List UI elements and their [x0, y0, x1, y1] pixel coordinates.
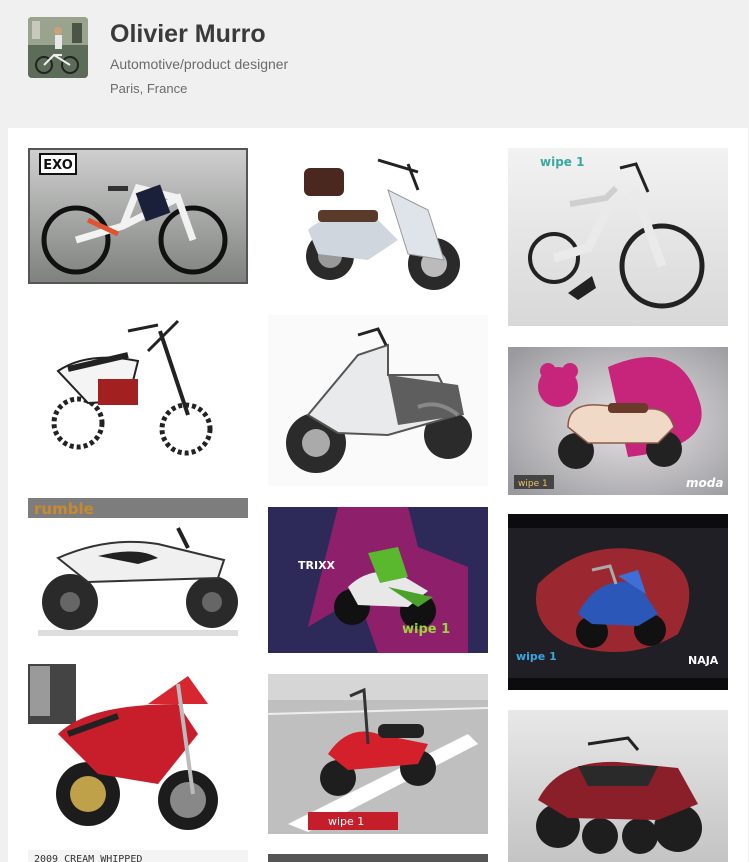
- svg-text:wipe 1: wipe 1: [518, 479, 548, 489]
- project-thumbnail[interactable]: [268, 854, 488, 862]
- project-thumbnail[interactable]: wipe 1: [508, 148, 728, 326]
- project-thumbnail[interactable]: wipe 1 moda: [508, 347, 728, 495]
- project-thumbnail[interactable]: [28, 664, 248, 834]
- project-image: TRIXX wipe 1: [268, 507, 488, 653]
- project-thumbnail[interactable]: TRIXX wipe 1: [268, 507, 488, 653]
- project-image: wipe 1 NAJA: [508, 514, 728, 690]
- svg-text:wipe 1: wipe 1: [540, 155, 584, 169]
- profile-header: Olivier Murro Automotive/product designe…: [0, 0, 749, 128]
- avatar-photo: [28, 17, 88, 78]
- svg-text:wipe 1: wipe 1: [402, 622, 450, 637]
- avatar[interactable]: [28, 17, 88, 78]
- project-image: wipe 1: [508, 148, 728, 326]
- project-grid: EXO rumble 2009 CREAM WHIPPED TRIXX wipe…: [8, 128, 748, 862]
- project-image: [268, 854, 488, 862]
- svg-text:wipe 1: wipe 1: [328, 815, 364, 828]
- project-image: [28, 311, 248, 468]
- profile-location: Paris, France: [110, 81, 188, 96]
- project-thumbnail[interactable]: EXO: [28, 148, 248, 284]
- svg-text:TRIXX: TRIXX: [298, 559, 336, 572]
- svg-text:2009 CREAM WHIPPED: 2009 CREAM WHIPPED: [34, 854, 142, 862]
- profile-occupation: Automotive/product designer: [110, 56, 289, 72]
- profile-name[interactable]: Olivier Murro: [110, 20, 266, 49]
- project-thumbnail[interactable]: [508, 710, 728, 862]
- project-thumbnail[interactable]: [268, 315, 488, 486]
- svg-text:rumble: rumble: [34, 500, 94, 518]
- project-image: wipe 1: [268, 674, 488, 834]
- project-thumbnail[interactable]: [268, 150, 488, 298]
- svg-text:moda: moda: [686, 476, 723, 490]
- project-image: [268, 150, 488, 298]
- project-thumbnail[interactable]: wipe 1: [268, 674, 488, 834]
- project-image: wipe 1 moda: [508, 347, 728, 495]
- project-thumbnail[interactable]: 2009 CREAM WHIPPED: [28, 850, 248, 862]
- project-thumbnail[interactable]: wipe 1 NAJA: [508, 514, 728, 690]
- project-image: [508, 710, 728, 862]
- svg-text:NAJA: NAJA: [688, 654, 719, 667]
- project-image: EXO: [28, 148, 248, 284]
- svg-text:wipe 1: wipe 1: [516, 650, 557, 663]
- project-image: [268, 315, 488, 486]
- project-image: [28, 664, 248, 834]
- project-image: 2009 CREAM WHIPPED: [28, 850, 248, 862]
- project-thumbnail[interactable]: rumble: [28, 498, 248, 644]
- project-thumbnail[interactable]: [28, 311, 248, 468]
- svg-text:EXO: EXO: [43, 158, 73, 173]
- project-image: rumble: [28, 498, 248, 644]
